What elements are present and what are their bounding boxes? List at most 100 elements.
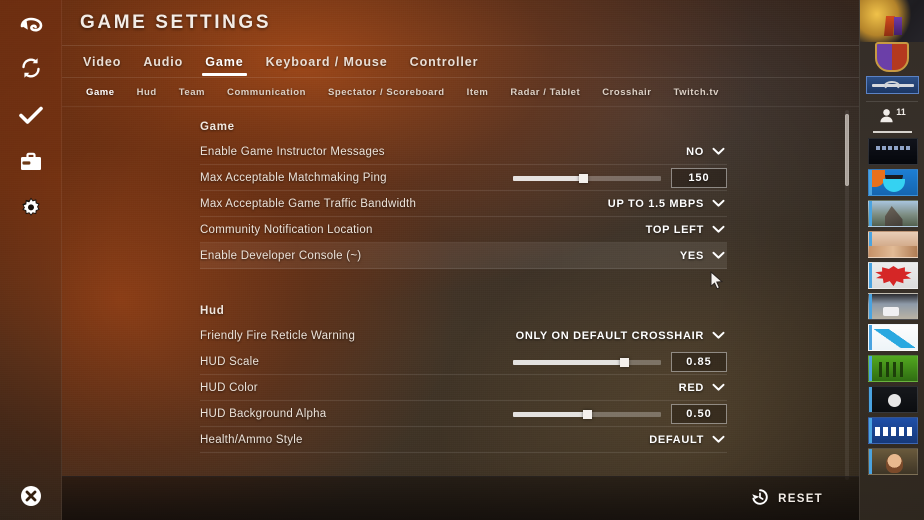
thumbnail-item[interactable]: [867, 138, 918, 165]
thumbnail-item[interactable]: [867, 355, 918, 382]
tab-audio[interactable]: Audio: [143, 45, 183, 78]
profile-showcase: [860, 0, 924, 104]
dropdown-health-ammo-style[interactable]: DEFAULT: [641, 429, 727, 451]
setting-row-max-acceptable-matchmaking-ping[interactable]: Max Acceptable Matchmaking Ping 150: [200, 165, 727, 191]
medal-badge[interactable]: [860, 0, 924, 42]
dropdown-value: RED: [678, 382, 704, 394]
thumbnail-item[interactable]: [867, 324, 918, 351]
subtab-crosshair[interactable]: Crosshair: [602, 78, 651, 107]
shield-emblem[interactable]: [875, 42, 909, 72]
subtab-twitch-tv[interactable]: Twitch.tv: [674, 78, 719, 107]
tab-game[interactable]: Game: [202, 45, 247, 78]
rail-item-inventory[interactable]: [0, 139, 62, 183]
subtab-radar-tablet[interactable]: Radar / Tablet: [510, 78, 580, 107]
thumbnail-item[interactable]: [867, 231, 918, 258]
slider-knob[interactable]: [620, 357, 629, 367]
setting-row-hud-scale[interactable]: HUD Scale 0.85: [200, 349, 727, 375]
content-scrollbar[interactable]: [845, 110, 849, 480]
dropdown-community-notification-location[interactable]: TOP LEFT: [638, 219, 727, 241]
slider-hud-background-alpha[interactable]: [513, 409, 661, 419]
subtab-spectator-scoreboard[interactable]: Spectator / Scoreboard: [328, 78, 445, 107]
thumbnail-accent-bar: [868, 263, 872, 288]
value-input-hud-scale[interactable]: 0.85: [671, 352, 727, 372]
gear-icon: [19, 196, 43, 220]
thumbnail-accent-bar: [868, 201, 872, 226]
dropdown-value: DEFAULT: [649, 434, 704, 446]
chevron-down-icon: [712, 247, 725, 265]
setting-label: Max Acceptable Game Traffic Bandwidth: [200, 197, 417, 210]
thumbnail-item[interactable]: [867, 448, 918, 475]
reset-label: RESET: [778, 492, 823, 505]
weapon-skin-banner[interactable]: [866, 76, 919, 94]
dropdown-enable-developer-console[interactable]: YES: [672, 245, 727, 267]
setting-row-enable-game-instructor-messages[interactable]: Enable Game Instructor Messages NO: [200, 139, 727, 165]
medal-ribbon-purple: [893, 16, 902, 35]
dropdown-value: UP TO 1.5 MBPS: [607, 198, 704, 210]
dropdown-value: NO: [686, 146, 704, 158]
thumbnail-item[interactable]: [867, 293, 918, 320]
weapon-scope: [884, 81, 900, 90]
thumbnail-accent-bar: [868, 170, 872, 195]
primary-tabs: Video Audio Game Keyboard / Mouse Contro…: [62, 45, 859, 78]
chevron-down-icon: [712, 379, 725, 397]
dropdown-enable-game-instructor-messages[interactable]: NO: [678, 141, 727, 163]
rail-item-accept[interactable]: [0, 93, 62, 137]
setting-control: YES: [672, 243, 727, 269]
subtab-communication[interactable]: Communication: [227, 78, 306, 107]
thumbnail-accent-bar: [868, 356, 872, 381]
rail-item-refresh[interactable]: [0, 46, 62, 90]
section-heading-game: Game: [200, 121, 235, 133]
setting-control: DEFAULT: [641, 427, 727, 453]
scrollbar-thumb[interactable]: [845, 114, 849, 186]
thumbnail-item[interactable]: [867, 169, 918, 196]
settings-content: Game Enable Game Instructor Messages NO …: [62, 107, 859, 477]
setting-control: UP TO 1.5 MBPS: [600, 191, 727, 217]
slider-group: 0.85: [513, 352, 727, 372]
slider-max-acceptable-matchmaking-ping[interactable]: [513, 173, 661, 183]
thumbnail-item[interactable]: [867, 386, 918, 413]
slider-fill: [513, 359, 624, 365]
slider-hud-scale[interactable]: [513, 357, 661, 367]
slider-fill: [513, 175, 583, 181]
setting-row-community-notification-location[interactable]: Community Notification Location TOP LEFT: [200, 217, 727, 243]
setting-row-health-ammo-style[interactable]: Health/Ammo Style DEFAULT: [200, 427, 727, 453]
slider-knob[interactable]: [583, 409, 592, 419]
friends-online-badge[interactable]: 11: [860, 106, 924, 130]
subtab-game[interactable]: Game: [86, 78, 115, 107]
value-input-matchmaking-ping[interactable]: 150: [671, 168, 727, 188]
setting-row-max-acceptable-game-traffic-bandwidth[interactable]: Max Acceptable Game Traffic Bandwidth UP…: [200, 191, 727, 217]
tab-video[interactable]: Video: [83, 45, 121, 78]
chevron-down-icon: [712, 195, 725, 213]
thumbnail-item[interactable]: [867, 200, 918, 227]
rail-item-close[interactable]: [0, 474, 62, 518]
dropdown-hud-color[interactable]: RED: [671, 377, 727, 399]
subtab-hud[interactable]: Hud: [137, 78, 157, 107]
briefcase-icon: [19, 151, 43, 172]
setting-control: ONLY ON DEFAULT CROSSHAIR: [508, 323, 727, 349]
setting-label: Max Acceptable Matchmaking Ping: [200, 171, 387, 184]
mouse-cursor: [710, 271, 724, 290]
setting-row-friendly-fire-reticle-warning[interactable]: Friendly Fire Reticle Warning ONLY ON DE…: [200, 323, 727, 349]
thumbnail-item[interactable]: [867, 262, 918, 289]
value-input-hud-background-alpha[interactable]: 0.50: [671, 404, 727, 424]
sidebar-rule: [873, 131, 912, 133]
setting-row-hud-background-alpha[interactable]: HUD Background Alpha 0.50: [200, 401, 727, 427]
value-text: 0.85: [686, 356, 712, 368]
setting-row-enable-developer-console[interactable]: Enable Developer Console (~) YES: [200, 243, 727, 269]
reset-button[interactable]: RESET: [743, 483, 831, 514]
rail-item-settings[interactable]: [0, 186, 62, 230]
rail-item-back[interactable]: [0, 4, 62, 48]
thumbnail-item[interactable]: [867, 417, 918, 444]
tab-controller[interactable]: Controller: [410, 45, 479, 78]
tab-keyboard-mouse[interactable]: Keyboard / Mouse: [266, 45, 388, 78]
dropdown-value: YES: [679, 250, 704, 262]
slider-knob[interactable]: [578, 173, 588, 183]
history-revert-icon: [751, 488, 769, 509]
value-text: 150: [688, 172, 710, 184]
page-title: GAME SETTINGS: [80, 11, 272, 33]
dropdown-max-acceptable-game-traffic-bandwidth[interactable]: UP TO 1.5 MBPS: [600, 193, 727, 215]
subtab-item[interactable]: Item: [467, 78, 489, 107]
dropdown-friendly-fire-reticle-warning[interactable]: ONLY ON DEFAULT CROSSHAIR: [508, 325, 727, 347]
subtab-team[interactable]: Team: [179, 78, 205, 107]
setting-row-hud-color[interactable]: HUD Color RED: [200, 375, 727, 401]
